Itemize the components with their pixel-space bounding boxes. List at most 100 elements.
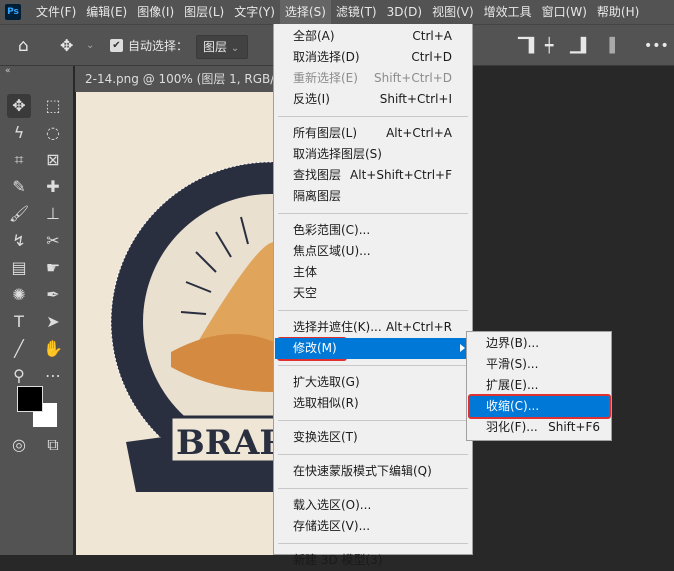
eyedropper-tool-icon[interactable]: ✎ <box>7 175 31 199</box>
auto-select-target-dropdown[interactable]: 图层 ⌄ <box>196 35 248 59</box>
menu-item-label: 边界(B)... <box>486 336 540 350</box>
eraser-tool-icon[interactable]: ✂ <box>41 229 65 253</box>
select-menu-item[interactable]: 修改(M) <box>275 338 471 359</box>
menu-8[interactable]: 视图(V) <box>427 0 479 24</box>
modify-submenu-item[interactable]: 扩展(E)... <box>468 375 610 396</box>
align-top-icon[interactable]: ▔▌ <box>518 25 540 67</box>
select-menu-item[interactable]: 隔离图层 <box>275 186 471 207</box>
select-menu-item[interactable]: 扩大选取(G) <box>275 372 471 393</box>
foreground-color-swatch[interactable] <box>17 386 43 412</box>
select-menu-item[interactable]: 存储选区(V)... <box>275 516 471 537</box>
menu-item-label: 重新选择(E) <box>293 71 358 85</box>
menu-separator <box>278 365 468 366</box>
select-menu-item[interactable]: 选择并遮住(K)... Alt+Ctrl+R <box>275 317 471 338</box>
menu-item-shortcut: Alt+Shift+Ctrl+F <box>350 168 452 182</box>
menu-bar: Ps 文件(F) 编辑(E) 图像(I) 图层(L) 文字(Y) 选择(S) 滤镜(T) 3D… <box>0 0 674 24</box>
menu-separator <box>278 213 468 214</box>
frame-tool-icon[interactable]: ⊠ <box>41 148 65 172</box>
tools-panel: « ✥ ⬚ ϟ ◌ ⌗ ⊠ ✎ ✚ 🖌 ⊥ ↯ ✂ ▤ ☛ ✺ ✒ T ➤ ╱ ✋ ⚲ ⋯ ◎ ⧉ <box>0 66 73 555</box>
quick-mask-icon[interactable]: ◎ <box>7 433 31 457</box>
menu-0[interactable]: 文件(F) <box>31 0 81 24</box>
select-menu-item[interactable]: 天空 <box>275 283 471 304</box>
smudge-tool-icon[interactable]: ☛ <box>41 256 65 280</box>
collapse-icon[interactable]: « <box>5 66 11 76</box>
modify-submenu-item[interactable]: 边界(B)... <box>468 333 610 354</box>
select-menu-item[interactable]: 取消选择(D) Ctrl+D <box>275 47 471 68</box>
modify-submenu-item[interactable]: 羽化(F)... Shift+F6 <box>468 417 610 438</box>
menu-5[interactable]: 选择(S) <box>279 0 331 24</box>
menu-separator <box>278 116 468 117</box>
stamp-tool-icon[interactable]: ⊥ <box>41 202 65 226</box>
move-tool-icon[interactable]: ✥ <box>60 25 73 67</box>
menu-7[interactable]: 3D(D) <box>382 0 427 24</box>
menu-4[interactable]: 文字(Y) <box>229 0 280 24</box>
menu-10[interactable]: 窗口(W) <box>537 0 592 24</box>
select-menu-item[interactable]: 载入选区(O)... <box>275 495 471 516</box>
select-menu-item[interactable]: 色彩范围(C)... <box>275 220 471 241</box>
menu-item-label: 新建 3D 模型(3) <box>293 553 383 567</box>
move-tool-icon[interactable]: ✥ <box>7 94 31 118</box>
lasso-tool-icon[interactable]: ϟ <box>7 121 31 145</box>
crop-tool-icon[interactable]: ⌗ <box>7 148 31 172</box>
home-icon[interactable]: ⌂ <box>18 25 29 67</box>
select-menu-item[interactable]: 在快速蒙版模式下编辑(Q) <box>275 461 471 482</box>
pen-tool-icon[interactable]: ✒ <box>41 283 65 307</box>
quick-select-tool-icon[interactable]: ◌ <box>41 121 65 145</box>
menu-item-shortcut: Ctrl+A <box>412 29 452 43</box>
select-menu-item[interactable]: 取消选择图层(S) <box>275 144 471 165</box>
align-vcenter-icon[interactable]: ┿ <box>545 25 553 67</box>
more-tools-icon[interactable]: ⋯ <box>41 364 65 388</box>
select-menu-item[interactable]: 焦点区域(U)... <box>275 241 471 262</box>
menu-item-label: 天空 <box>293 286 318 300</box>
modify-submenu-item[interactable]: 平滑(S)... <box>468 354 610 375</box>
menu-item-label: 隔离图层 <box>293 189 342 203</box>
canvas[interactable]: BRAR BATANE <box>76 92 274 555</box>
align-bottom-icon[interactable]: ▁▌ <box>570 25 592 67</box>
menu-separator <box>278 420 468 421</box>
auto-select-checkbox[interactable]: ✔ <box>110 39 123 52</box>
menu-9[interactable]: 增效工具 <box>479 0 537 24</box>
gradient-tool-icon[interactable]: ▤ <box>7 256 31 280</box>
select-menu-item[interactable]: 新建 3D 模型(3) <box>275 550 471 571</box>
menu-item-shortcut: Ctrl+D <box>411 50 452 64</box>
select-menu-item[interactable]: 反选(I) Shift+Ctrl+I <box>275 89 471 110</box>
chevron-down-icon[interactable]: ⌄ <box>86 25 94 67</box>
select-menu-item: 重新选择(E) Shift+Ctrl+D <box>275 68 471 89</box>
submenu-arrow-icon <box>460 344 465 352</box>
menu-3[interactable]: 图层(L) <box>179 0 229 24</box>
dodge-tool-icon[interactable]: ✺ <box>7 283 31 307</box>
document-tab[interactable]: 2-14.png @ 100% (图层 1, RGB/8#) <box>75 66 275 92</box>
menu-11[interactable]: 帮助(H) <box>592 0 644 24</box>
select-menu-item[interactable]: 查找图层 Alt+Shift+Ctrl+F <box>275 165 471 186</box>
menu-item-label: 载入选区(O)... <box>293 498 372 512</box>
menu-2[interactable]: 图像(I) <box>132 0 179 24</box>
select-menu-item[interactable]: 变换选区(T) <box>275 427 471 448</box>
select-menu-item[interactable]: 主体 <box>275 262 471 283</box>
menu-item-shortcut: Shift+Ctrl+I <box>379 92 452 106</box>
line-tool-icon[interactable]: ╱ <box>7 337 31 361</box>
menu-1[interactable]: 编辑(E) <box>81 0 132 24</box>
screen-mode-icon[interactable]: ⧉ <box>41 433 65 457</box>
annotation-highlight-box <box>468 394 611 419</box>
menu-item-shortcut: Shift+F6 <box>548 420 600 434</box>
target-value: 图层 <box>203 40 228 54</box>
history-brush-tool-icon[interactable]: ↯ <box>7 229 31 253</box>
marquee-tool-icon[interactable]: ⬚ <box>41 94 65 118</box>
healing-tool-icon[interactable]: ✚ <box>41 175 65 199</box>
photoshop-logo: Ps <box>5 4 21 20</box>
distribute-icon[interactable]: ▐ <box>604 25 615 67</box>
menu-item-label: 存储选区(V)... <box>293 519 371 533</box>
path-select-tool-icon[interactable]: ➤ <box>41 310 65 334</box>
select-menu-item[interactable]: 所有图层(L) Alt+Ctrl+A <box>275 123 471 144</box>
select-menu-item[interactable]: 选取相似(R) <box>275 393 471 414</box>
menu-item-label: 取消选择图层(S) <box>293 147 382 161</box>
brush-tool-icon[interactable]: 🖌 <box>7 202 31 226</box>
logo-artwork: BRAR BATANE <box>110 161 274 492</box>
hand-tool-icon[interactable]: ✋ <box>41 337 65 361</box>
type-tool-icon[interactable]: T <box>7 310 31 334</box>
menu-item-label: 选取相似(R) <box>293 396 359 410</box>
menu-6[interactable]: 滤镜(T) <box>331 0 382 24</box>
zoom-tool-icon[interactable]: ⚲ <box>7 364 31 388</box>
select-menu-item[interactable]: 全部(A) Ctrl+A <box>275 26 471 47</box>
more-icon[interactable]: ••• <box>644 25 669 67</box>
